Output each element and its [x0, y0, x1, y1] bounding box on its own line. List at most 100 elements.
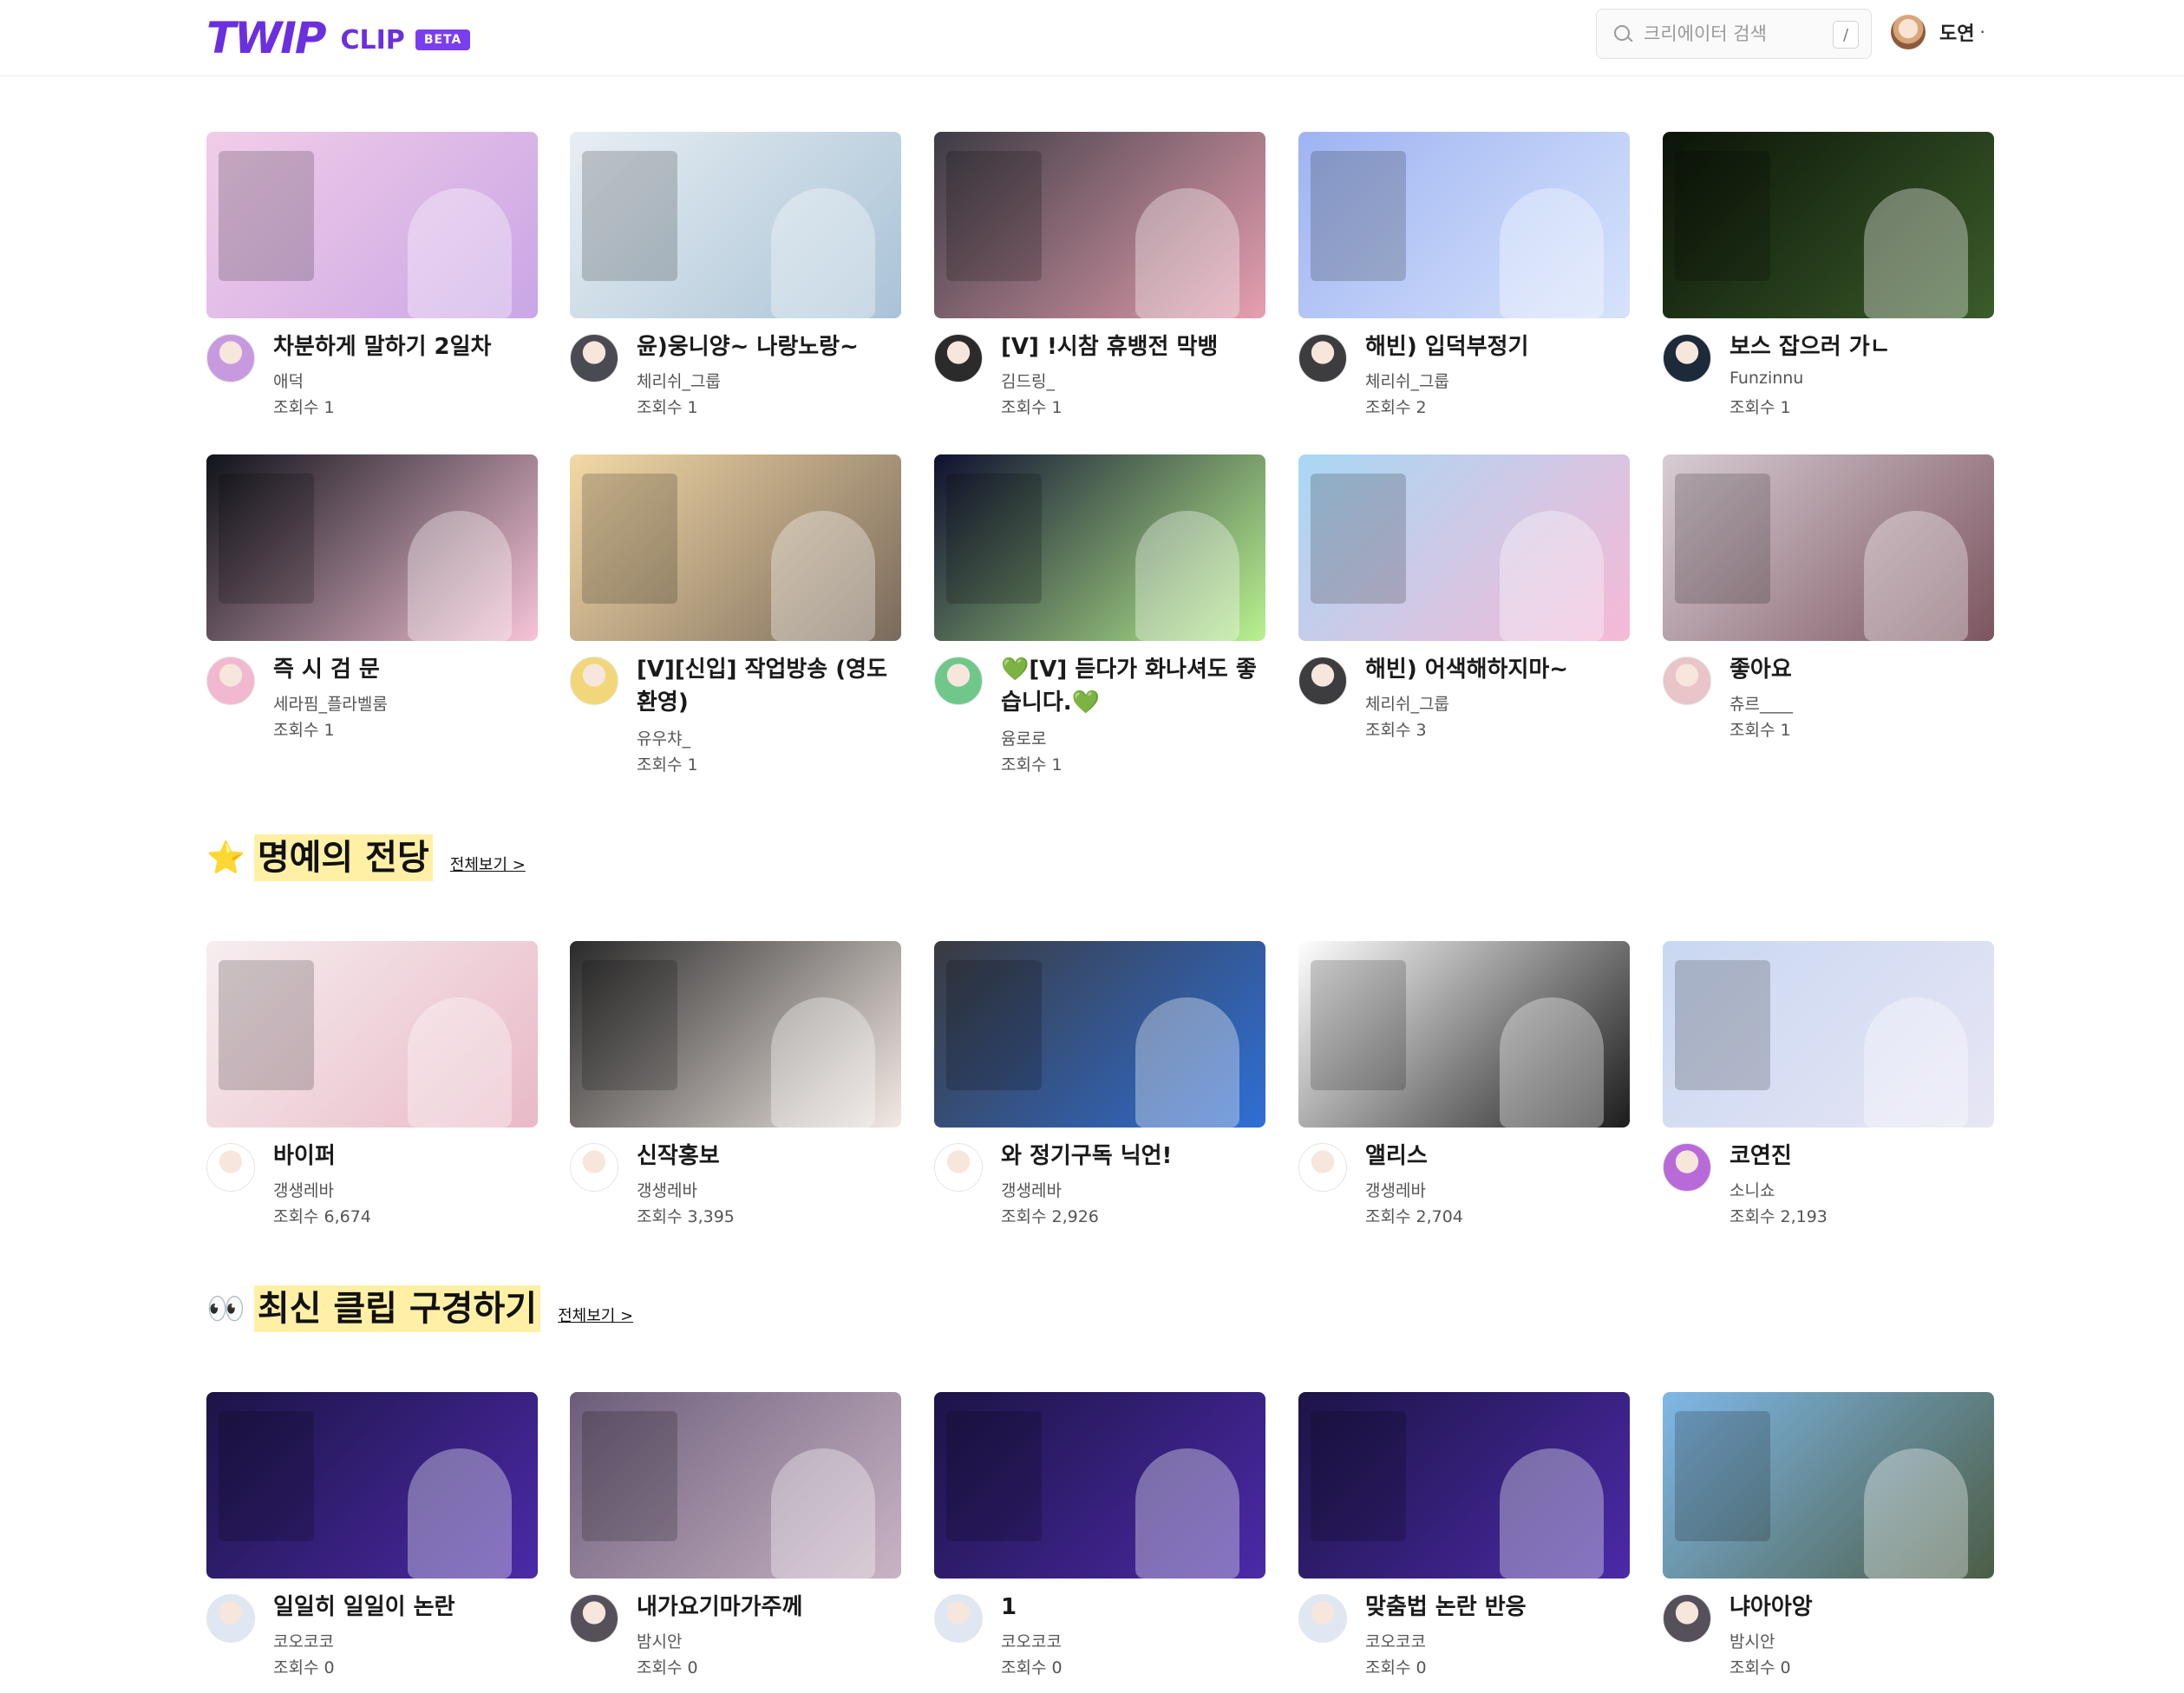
clip-card[interactable]: 앨리스 갱생레바 조회수 2,704 — [1298, 941, 1630, 1235]
clip-card[interactable]: 차분하게 말하기 2일차 애덕 조회수 1 — [206, 132, 538, 426]
channel-avatar[interactable] — [1663, 657, 1711, 705]
channel-name[interactable]: 소니쇼 — [1730, 1178, 1775, 1201]
channel-name[interactable]: 체리쉬_그룹 — [1365, 369, 1449, 392]
clip-title[interactable]: 코연진 — [1730, 1140, 1994, 1173]
clip-thumbnail[interactable] — [1663, 454, 1994, 641]
channel-name[interactable]: 밤시안 — [1730, 1629, 1775, 1652]
channel-name[interactable]: 유우챠_ — [637, 726, 690, 749]
channel-avatar[interactable] — [1663, 1143, 1711, 1192]
clip-card[interactable]: [V] !시참 휴뱅전 막뱅 김드링_ 조회수 1 — [934, 132, 1265, 426]
clip-card[interactable]: 신작홍보 갱생레바 조회수 3,395 — [570, 941, 901, 1235]
clip-card[interactable]: 해빈) 입덕부정기 체리쉬_그룹 조회수 2 — [1298, 132, 1630, 426]
channel-avatar[interactable] — [1298, 1143, 1347, 1192]
clip-title[interactable]: 바이퍼 — [273, 1140, 538, 1173]
latest-clips-see-all-link[interactable]: 전체보기 > — [558, 1304, 633, 1326]
clip-title[interactable]: 와 정기구독 닉언! — [1001, 1140, 1265, 1173]
channel-name[interactable]: 애덕 — [273, 369, 304, 392]
channel-avatar[interactable] — [570, 334, 618, 382]
channel-avatar[interactable] — [206, 657, 255, 705]
clip-thumbnail[interactable] — [570, 1392, 901, 1579]
clip-title[interactable]: 차분하게 말하기 2일차 — [273, 330, 538, 363]
channel-name[interactable]: 갱생레바 — [1365, 1178, 1426, 1201]
clip-card[interactable]: 냐아아앙 밤시안 조회수 0 — [1663, 1392, 1994, 1686]
clip-thumbnail[interactable] — [1298, 454, 1630, 641]
channel-name[interactable]: 체리쉬_그룹 — [637, 369, 721, 392]
clip-thumbnail[interactable] — [1298, 132, 1630, 318]
clip-title[interactable]: 해빈) 어색해하지마~ — [1365, 653, 1630, 686]
clip-card[interactable]: 윤)웅니양~ 나랑노랑~ 체리쉬_그룹 조회수 1 — [570, 132, 901, 426]
channel-avatar[interactable] — [206, 1594, 255, 1643]
twip-clip-logo[interactable]: TWIP CLIP BETA — [206, 13, 471, 63]
clip-card[interactable]: 맞춤법 논란 반응 코오코코 조회수 0 — [1298, 1392, 1630, 1686]
clip-thumbnail[interactable] — [934, 132, 1265, 318]
clip-thumbnail[interactable] — [206, 941, 538, 1128]
channel-avatar[interactable] — [570, 1143, 618, 1192]
clip-card[interactable]: 1 코오코코 조회수 0 — [934, 1392, 1265, 1686]
clip-card[interactable]: 보스 잡으러 가ㄴ Funzinnu 조회수 1 — [1663, 132, 1994, 426]
clip-title[interactable]: 냐아아앙 — [1730, 1591, 1994, 1624]
clip-thumbnail[interactable] — [1298, 1392, 1630, 1579]
clip-thumbnail[interactable] — [1663, 132, 1994, 318]
clip-thumbnail[interactable] — [1298, 941, 1630, 1128]
channel-avatar[interactable] — [934, 657, 983, 705]
hall-of-fame-see-all-link[interactable]: 전체보기 > — [450, 853, 526, 875]
channel-avatar[interactable] — [1663, 1594, 1711, 1643]
clip-title[interactable]: 💚[V] 듣다가 화나셔도 좋습니다.💚 — [1001, 653, 1265, 719]
clip-card[interactable]: 코연진 소니쇼 조회수 2,193 — [1663, 941, 1994, 1235]
clip-title[interactable]: 1 — [1001, 1591, 1265, 1624]
clip-title[interactable]: 해빈) 입덕부정기 — [1365, 330, 1630, 363]
clip-title[interactable]: 앨리스 — [1365, 1140, 1630, 1173]
channel-avatar[interactable] — [570, 657, 618, 705]
clip-title[interactable]: 일일히 일일이 논란 — [273, 1591, 538, 1624]
channel-name[interactable]: 갱생레바 — [637, 1178, 697, 1201]
channel-name[interactable]: 갱생레바 — [1001, 1178, 1062, 1201]
clip-title[interactable]: [V][신입] 작업방송 (영도환영) — [637, 653, 901, 719]
creator-search-input[interactable] — [1644, 23, 1817, 44]
clip-title[interactable]: 보스 잡으러 가ㄴ — [1730, 330, 1994, 363]
channel-avatar[interactable] — [1298, 334, 1347, 382]
channel-name[interactable]: 체리쉬_그룹 — [1365, 691, 1449, 715]
channel-name[interactable]: 갱생레바 — [273, 1178, 334, 1201]
clip-title[interactable]: 즉 시 검 문 — [273, 653, 538, 686]
channel-name[interactable]: 코오코코 — [273, 1629, 334, 1652]
channel-avatar[interactable] — [1298, 1594, 1347, 1643]
clip-thumbnail[interactable] — [1663, 941, 1994, 1128]
channel-name[interactable]: 윰로로 — [1001, 726, 1046, 749]
channel-name[interactable]: 김드링_ — [1001, 369, 1055, 392]
clip-card[interactable]: 해빈) 어색해하지마~ 체리쉬_그룹 조회수 3 — [1298, 454, 1630, 748]
clip-title[interactable]: [V] !시참 휴뱅전 막뱅 — [1001, 330, 1265, 363]
channel-name[interactable]: Funzinnu — [1730, 369, 1803, 388]
channel-name[interactable]: 츄르____ — [1730, 691, 1793, 715]
clip-title[interactable]: 윤)웅니양~ 나랑노랑~ — [637, 330, 901, 363]
clip-card[interactable]: [V][신입] 작업방송 (영도환영) 유우챠_ 조회수 1 — [570, 454, 901, 775]
clip-thumbnail[interactable] — [934, 454, 1265, 641]
channel-avatar[interactable] — [1298, 657, 1347, 705]
clip-thumbnail[interactable] — [1663, 1392, 1994, 1579]
clip-title[interactable]: 신작홍보 — [637, 1140, 901, 1173]
clip-card[interactable]: 즉 시 검 문 세라핌_플라벨룸 조회수 1 — [206, 454, 538, 748]
clip-card[interactable]: 내가요기마가주께 밤시안 조회수 0 — [570, 1392, 901, 1686]
clip-title[interactable]: 내가요기마가주께 — [637, 1591, 901, 1624]
channel-avatar[interactable] — [206, 1143, 255, 1192]
clip-thumbnail[interactable] — [570, 941, 901, 1128]
clip-thumbnail[interactable] — [570, 454, 901, 641]
clip-card[interactable]: 좋아요 츄르____ 조회수 1 — [1663, 454, 1994, 748]
channel-name[interactable]: 밤시안 — [637, 1629, 682, 1652]
channel-avatar[interactable] — [934, 1143, 983, 1192]
channel-name[interactable]: 세라핌_플라벨룸 — [273, 691, 388, 715]
clip-card[interactable]: 일일히 일일이 논란 코오코코 조회수 0 — [206, 1392, 538, 1686]
channel-avatar[interactable] — [1663, 334, 1711, 382]
clip-card[interactable]: 바이퍼 갱생레바 조회수 6,674 — [206, 941, 538, 1235]
channel-avatar[interactable] — [206, 334, 255, 382]
clip-thumbnail[interactable] — [934, 941, 1265, 1128]
channel-name[interactable]: 코오코코 — [1001, 1629, 1062, 1652]
clip-card[interactable]: 💚[V] 듣다가 화나셔도 좋습니다.💚 윰로로 조회수 1 — [934, 454, 1265, 775]
channel-name[interactable]: 코오코코 — [1365, 1629, 1426, 1652]
channel-avatar[interactable] — [934, 1594, 983, 1643]
clip-thumbnail[interactable] — [934, 1392, 1265, 1579]
channel-avatar[interactable] — [934, 334, 983, 382]
clip-card[interactable]: 와 정기구독 닉언! 갱생레바 조회수 2,926 — [934, 941, 1265, 1235]
clip-title[interactable]: 좋아요 — [1730, 653, 1994, 686]
clip-thumbnail[interactable] — [206, 132, 538, 318]
creator-search-box[interactable]: / — [1596, 9, 1872, 59]
